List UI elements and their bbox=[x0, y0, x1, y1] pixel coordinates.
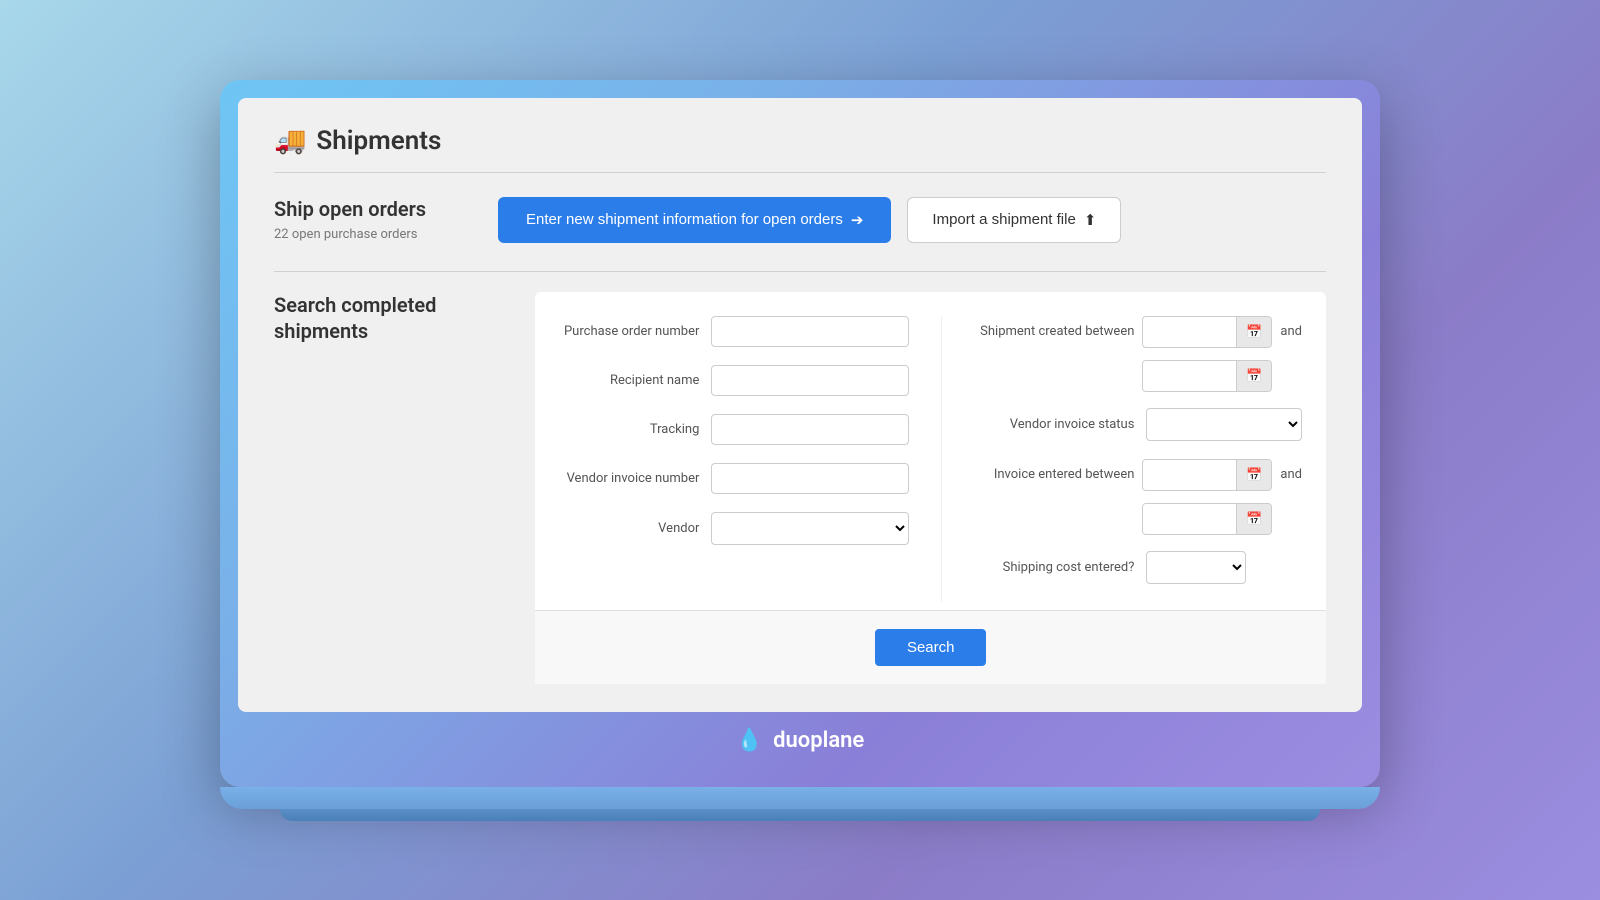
tracking-input[interactable] bbox=[711, 414, 909, 445]
recipient-name-group: Recipient name bbox=[559, 365, 909, 396]
vendor-invoice-number-group: Vendor invoice number bbox=[559, 463, 909, 494]
invoice-entered-to-wrapper: 📅 bbox=[1142, 503, 1272, 535]
vendor-invoice-status-group: Vendor invoice status Pending Paid bbox=[974, 408, 1302, 441]
laptop-base bbox=[220, 787, 1380, 809]
page-header: 🚚 Shipments bbox=[274, 126, 1326, 173]
shipment-created-from-wrapper: 📅 bbox=[1142, 316, 1272, 348]
tracking-label: Tracking bbox=[559, 422, 699, 437]
enter-shipment-label: Enter new shipment information for open … bbox=[526, 211, 843, 228]
search-button[interactable]: Search bbox=[875, 629, 987, 666]
shipping-cost-entered-select[interactable]: Yes No bbox=[1146, 551, 1246, 584]
invoice-entered-from-input[interactable] bbox=[1143, 460, 1236, 489]
recipient-name-input[interactable] bbox=[711, 365, 909, 396]
purchase-order-number-group: Purchase order number bbox=[559, 316, 909, 347]
invoice-entered-to-input[interactable] bbox=[1143, 504, 1236, 533]
shipment-created-between-group: Shipment created between 📅 and bbox=[974, 316, 1302, 348]
page-title: Shipments bbox=[316, 126, 441, 156]
form-right-column: Shipment created between 📅 and bbox=[942, 316, 1302, 602]
search-form: Purchase order number Recipient name Tra… bbox=[535, 292, 1326, 684]
invoice-entered-between-label: Invoice entered between bbox=[974, 467, 1134, 482]
shipping-cost-entered-group: Shipping cost entered? Yes No bbox=[974, 551, 1302, 584]
section-divider bbox=[274, 271, 1326, 272]
vendor-group: Vendor Vendor 1 Vendor 2 bbox=[559, 512, 909, 545]
open-purchase-orders-count: 22 open purchase orders bbox=[274, 227, 474, 242]
invoice-entered-between-group: Invoice entered between 📅 and bbox=[974, 459, 1302, 491]
import-shipment-button[interactable]: Import a shipment file ⬆ bbox=[907, 197, 1121, 243]
tracking-group: Tracking bbox=[559, 414, 909, 445]
recipient-name-label: Recipient name bbox=[559, 373, 699, 388]
brand-logo-icon: 💧 bbox=[736, 728, 763, 753]
ship-section-left: Ship open orders 22 open purchase orders bbox=[274, 197, 474, 242]
invoice-entered-to-row: 📅 bbox=[974, 503, 1302, 535]
shipping-cost-entered-label: Shipping cost entered? bbox=[974, 560, 1134, 575]
purchase-order-number-label: Purchase order number bbox=[559, 324, 699, 339]
form-left-column: Purchase order number Recipient name Tra… bbox=[559, 316, 942, 602]
enter-shipment-button[interactable]: Enter new shipment information for open … bbox=[498, 197, 891, 243]
branding-bar: 💧 duoplane bbox=[238, 712, 1362, 769]
search-form-footer: Search bbox=[535, 610, 1326, 684]
vendor-invoice-status-label: Vendor invoice status bbox=[974, 417, 1134, 432]
brand-name: duoplane bbox=[773, 728, 864, 753]
vendor-select[interactable]: Vendor 1 Vendor 2 bbox=[711, 512, 909, 545]
shipment-created-to-input[interactable] bbox=[1143, 361, 1236, 390]
invoice-entered-and-text: and bbox=[1280, 467, 1302, 482]
import-shipment-label: Import a shipment file bbox=[932, 211, 1075, 228]
vendor-label: Vendor bbox=[559, 521, 699, 536]
vendor-invoice-number-label: Vendor invoice number bbox=[559, 471, 699, 486]
vendor-invoice-status-select[interactable]: Pending Paid bbox=[1146, 408, 1302, 441]
shipment-created-and-text: and bbox=[1280, 324, 1302, 339]
shipment-created-from-calendar-button[interactable]: 📅 bbox=[1236, 317, 1271, 347]
upload-icon: ⬆ bbox=[1084, 211, 1097, 229]
vendor-invoice-number-input[interactable] bbox=[711, 463, 909, 494]
search-section-title: Search completed shipments bbox=[274, 292, 511, 684]
shipment-created-from-input[interactable] bbox=[1143, 317, 1236, 346]
search-completed-shipments-section: Search completed shipments Purchase orde… bbox=[274, 292, 1326, 684]
purchase-order-number-input[interactable] bbox=[711, 316, 909, 347]
shipment-created-between-label: Shipment created between bbox=[974, 324, 1134, 339]
shipment-created-to-wrapper: 📅 bbox=[1142, 360, 1272, 392]
ship-section-actions: Enter new shipment information for open … bbox=[498, 197, 1326, 243]
invoice-entered-to-calendar-button[interactable]: 📅 bbox=[1236, 504, 1271, 534]
ship-section-title: Ship open orders bbox=[274, 197, 474, 221]
truck-icon: 🚚 bbox=[274, 126, 306, 156]
ship-open-orders-section: Ship open orders 22 open purchase orders… bbox=[274, 197, 1326, 243]
form-grid: Purchase order number Recipient name Tra… bbox=[559, 316, 1302, 602]
shipment-created-to-row: 📅 bbox=[974, 360, 1302, 392]
invoice-entered-from-calendar-button[interactable]: 📅 bbox=[1236, 460, 1271, 490]
invoice-entered-from-wrapper: 📅 bbox=[1142, 459, 1272, 491]
shipment-created-to-calendar-button[interactable]: 📅 bbox=[1236, 361, 1271, 391]
laptop-foot bbox=[280, 809, 1320, 821]
arrow-icon: ➔ bbox=[851, 211, 864, 229]
